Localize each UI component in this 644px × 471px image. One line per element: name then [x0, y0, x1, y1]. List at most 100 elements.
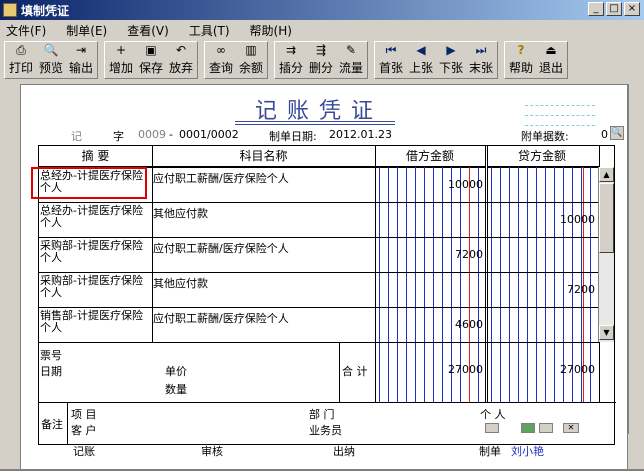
export-button[interactable]: ⇥ 输出	[66, 43, 96, 77]
first-icon: ⏮	[385, 43, 397, 57]
vertical-scrollbar[interactable]: ▲ ▼	[598, 167, 614, 342]
row-account[interactable]: 其他应付款	[153, 275, 208, 291]
flow-button[interactable]: ✎ 流量	[336, 43, 366, 77]
calc-icon[interactable]	[539, 423, 553, 433]
first-button[interactable]: ⏮ 首张	[376, 43, 406, 77]
next-button[interactable]: ▶ 下张	[436, 43, 466, 77]
row-debit[interactable]: 4600	[419, 318, 483, 331]
menu-help[interactable]: 帮助(H)	[250, 22, 292, 39]
menu-voucher[interactable]: 制单(E)	[66, 22, 107, 39]
save-button[interactable]: ▣ 保存	[136, 43, 166, 77]
dept-label: 部 门	[309, 408, 335, 421]
title-underline	[235, 121, 395, 122]
undo-icon: ↶	[175, 43, 187, 57]
menu-tools[interactable]: 工具(T)	[189, 22, 230, 39]
total-credit: 27000	[560, 363, 595, 376]
row-account[interactable]: 应付职工薪酬/医疗保险个人	[153, 170, 289, 186]
maximize-button[interactable]: □	[606, 2, 622, 16]
voucher-document: 记账凭证 记 字 0009 - 0001/0002 制单日期: 2012.01.…	[20, 84, 628, 471]
table-row[interactable]: 销售部-计提医疗保险个人 应付职工薪酬/医疗保险个人 4600	[39, 308, 599, 343]
grid-icon[interactable]	[521, 423, 535, 433]
row-debit[interactable]: 7200	[419, 248, 483, 261]
menu-view[interactable]: 查看(V)	[127, 22, 169, 39]
scroll-down-icon[interactable]: ▼	[599, 325, 614, 340]
add-button[interactable]: + 增加	[106, 43, 136, 77]
scroll-up-icon[interactable]: ▲	[599, 167, 614, 182]
book-label: 记账	[73, 445, 95, 458]
menu-bar: 文件(F) 制单(E) 查看(V) 工具(T) 帮助(H)	[0, 20, 644, 40]
project-label: 项 目	[71, 408, 97, 421]
customer-label: 客 户	[71, 424, 97, 437]
prev-button[interactable]: ◀ 上张	[406, 43, 436, 77]
exit-button[interactable]: ⏏ 退出	[536, 43, 566, 77]
row-debit[interactable]: 10000	[419, 178, 483, 191]
scroll-thumb[interactable]	[599, 183, 614, 253]
date-field[interactable]: 2012.01.23	[329, 128, 392, 141]
header-summary: 摘 要	[39, 146, 152, 167]
row-summary[interactable]: 采购部-计提医疗保险个人	[40, 275, 150, 299]
table-row[interactable]: 总经办-计提医疗保险个人 其他应付款 10000	[39, 203, 599, 238]
project-lookup-icon[interactable]	[485, 423, 499, 433]
exit-icon: ⏏	[545, 43, 557, 57]
row-summary[interactable]: 总经办-计提医疗保险个人	[40, 205, 150, 229]
info-date-label: 日期	[40, 365, 62, 378]
print-button[interactable]: ⎙ 打印	[6, 43, 36, 77]
attach-count[interactable]: 0	[601, 128, 608, 141]
maker-name: 刘小艳	[511, 445, 544, 458]
right-frame-edge	[628, 84, 644, 434]
next-icon: ▶	[446, 43, 456, 57]
total-label: 合 计	[342, 365, 368, 378]
balance-button[interactable]: ▥ 余额	[236, 43, 266, 77]
search-icon[interactable]: 🔍	[610, 126, 624, 140]
help-button[interactable]: ? 帮助	[506, 43, 536, 77]
binoculars-icon: ∞	[216, 43, 226, 57]
window-title: 填制凭证	[21, 3, 70, 18]
title-underline-2	[235, 124, 395, 125]
dashed-line	[525, 105, 595, 106]
flow-icon: ✎	[345, 43, 357, 57]
row-account[interactable]: 其他应付款	[153, 205, 208, 221]
total-debit: 27000	[448, 363, 483, 376]
cashier-label: 出纳	[333, 445, 355, 458]
delete-row-icon: ⇶	[315, 43, 327, 57]
qty-label: 数量	[165, 383, 187, 396]
header-account: 科目名称	[152, 146, 375, 167]
ticket-label: 票号	[40, 349, 62, 362]
query-button[interactable]: ∞ 查询	[206, 43, 236, 77]
insert-entry-button[interactable]: ⇉ 插分	[276, 43, 306, 77]
voucher-number: 0001/0002	[179, 128, 239, 141]
delete-entry-button[interactable]: ⇶ 删分	[306, 43, 336, 77]
printer-icon: ⎙	[16, 43, 26, 57]
person-label: 个 人	[480, 408, 506, 421]
voucher-type[interactable]: 记	[71, 128, 82, 144]
row-summary[interactable]: 销售部-计提医疗保险个人	[40, 310, 150, 334]
menu-file[interactable]: 文件(F)	[6, 22, 46, 39]
preview-button[interactable]: 🔍 预览	[36, 43, 66, 77]
voucher-code: 0009	[138, 128, 166, 141]
staff-label: 业务员	[309, 424, 342, 437]
add-icon: +	[115, 43, 127, 57]
table-row[interactable]: 采购部-计提医疗保险个人 其他应付款 7200	[39, 273, 599, 308]
row-credit[interactable]: 7200	[531, 283, 595, 296]
row-account[interactable]: 应付职工薪酬/医疗保险个人	[153, 310, 289, 326]
dashed-line	[525, 115, 595, 116]
row-credit[interactable]: 10000	[531, 213, 595, 226]
header-debit: 借方金额	[375, 146, 485, 167]
row-summary[interactable]: 采购部-计提医疗保险个人	[40, 240, 150, 264]
discard-button[interactable]: ↶ 放弃	[166, 43, 196, 77]
date-label: 制单日期:	[269, 130, 317, 143]
app-icon	[3, 3, 17, 17]
remarks-rule	[39, 402, 616, 403]
toolbar: ⎙ 打印 🔍 预览 ⇥ 输出 + 增加 ▣ 保存 ↶ 放弃 ∞ 查询 ▥ 余额 ⇉ 插分 ⇶ 删分 …	[4, 41, 574, 79]
row-account[interactable]: 应付职工薪酬/医疗保险个人	[153, 240, 289, 256]
remarks-divider	[67, 402, 68, 444]
clear-icon[interactable]: ✕	[563, 423, 579, 433]
last-icon: ⏭	[475, 43, 487, 57]
price-label: 单价	[165, 365, 187, 378]
minimize-button[interactable]: _	[588, 2, 604, 16]
attach-label: 附单据数:	[521, 130, 569, 143]
close-button[interactable]: ×	[624, 2, 640, 16]
table-row[interactable]: 采购部-计提医疗保险个人 应付职工薪酬/医疗保险个人 7200	[39, 238, 599, 273]
highlight-box	[31, 167, 147, 199]
last-button[interactable]: ⏭ 末张	[466, 43, 496, 77]
